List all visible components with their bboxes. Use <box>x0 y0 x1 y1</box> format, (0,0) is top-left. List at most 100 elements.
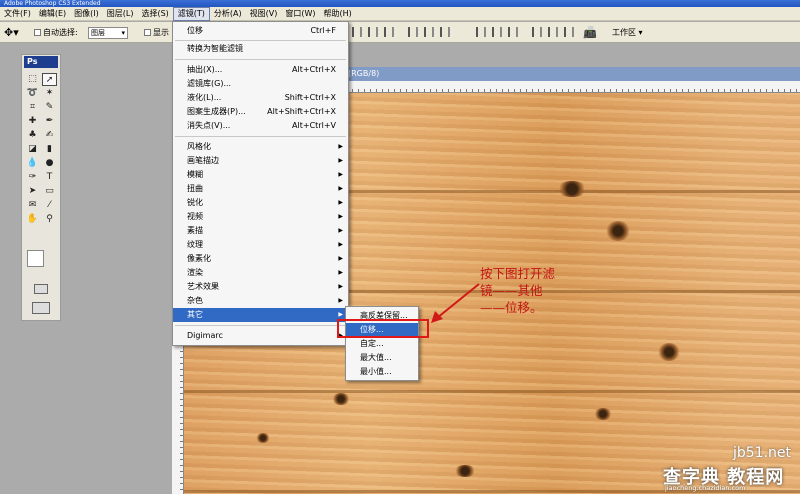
submenu-arrow-icon: ▶ <box>338 227 343 234</box>
dodge-tool-icon[interactable]: ● <box>42 157 57 170</box>
menu-item-stylize[interactable]: 风格化 ▶ <box>173 140 348 154</box>
notes-tool-icon[interactable]: ✉ <box>25 199 40 212</box>
menu-item-blur[interactable]: 模糊 ▶ <box>173 168 348 182</box>
menu-item-liquify[interactable]: 液化(L)... Shift+Ctrl+X <box>173 91 348 105</box>
submenu-arrow-icon: ▶ <box>338 171 343 178</box>
distribute-hcenter-icon[interactable] <box>548 27 558 37</box>
tool-grid: ⬚ ➚ ➰ ✶ ⌗ ✎ ✚ ✒ ♣ ✍ ◪ ▮ 💧 ● ✑ T ➤ ▭ ✉ ⁄ … <box>25 73 57 226</box>
submenu-arrow-icon: ▶ <box>338 269 343 276</box>
menu-filter[interactable]: 滤镜(T) <box>172 6 210 21</box>
clone-stamp-tool-icon[interactable]: ♣ <box>25 129 40 142</box>
slice-tool-icon[interactable]: ✎ <box>42 101 57 114</box>
menu-item-convert-smart-filter[interactable]: 转换为智能滤镜 <box>173 42 348 56</box>
distribute-vcenter-icon[interactable] <box>492 27 502 37</box>
type-tool-icon[interactable]: T <box>42 171 57 184</box>
path-selection-tool-icon[interactable]: ➤ <box>25 185 40 198</box>
menu-item-label: 画笔描边 <box>187 156 219 165</box>
show-transform-checkbox[interactable] <box>144 29 151 36</box>
menu-item-other[interactable]: 其它 ▶ <box>173 308 348 322</box>
menu-item-sharpen[interactable]: 锐化 ▶ <box>173 196 348 210</box>
distribute-right-icon[interactable] <box>564 27 574 37</box>
menu-window[interactable]: 窗口(W) <box>281 7 319 21</box>
menu-item-label: 素描 <box>187 226 203 235</box>
lasso-tool-icon[interactable]: ➰ <box>25 87 40 100</box>
menu-image[interactable]: 图像(I) <box>70 7 103 21</box>
auto-select-dropdown[interactable]: 图层 <box>88 22 128 43</box>
screen-mode-icon[interactable] <box>32 302 50 314</box>
distribute-bottom-icon[interactable] <box>508 27 518 37</box>
menu-item-digimarc[interactable]: Digimarc ▶ <box>173 329 348 343</box>
menu-item-label: 扭曲 <box>187 184 203 193</box>
eraser-tool-icon[interactable]: ◪ <box>25 143 40 156</box>
submenu-arrow-icon: ▶ <box>338 255 343 262</box>
menu-item-video[interactable]: 视频 ▶ <box>173 210 348 224</box>
align-hcenter-icon[interactable] <box>424 27 434 37</box>
menu-bar: 文件(F) 编辑(E) 图像(I) 图层(L) 选择(S) 滤镜(T) 分析(A… <box>0 6 800 21</box>
auto-select-label: 自动选择: <box>43 28 78 37</box>
menu-item-label: 艺术效果 <box>187 282 219 291</box>
gradient-tool-icon[interactable]: ▮ <box>42 143 57 156</box>
marquee-tool-icon[interactable]: ⬚ <box>25 73 40 86</box>
align-top-icon[interactable] <box>352 27 362 37</box>
move-tool-icon[interactable]: ✥▾ <box>4 22 19 43</box>
menu-item-pattern-maker[interactable]: 图案生成器(P)... Alt+Shift+Ctrl+X <box>173 105 348 119</box>
annotation-text: 按下图打开滤 镜——其他 ——位移。 <box>480 265 600 316</box>
blur-tool-icon[interactable]: 💧 <box>25 157 40 170</box>
menu-item-brush-strokes[interactable]: 画笔描边 ▶ <box>173 154 348 168</box>
shape-tool-icon[interactable]: ▭ <box>42 185 57 198</box>
menu-item-sketch[interactable]: 素描 ▶ <box>173 224 348 238</box>
pen-tool-icon[interactable]: ✑ <box>25 171 40 184</box>
crop-tool-icon[interactable]: ⌗ <box>25 101 40 114</box>
history-brush-tool-icon[interactable]: ✍ <box>42 129 57 142</box>
distribute-left-icon[interactable] <box>532 27 542 37</box>
menu-layer[interactable]: 图层(L) <box>103 7 138 21</box>
submenu-item-maximum[interactable]: 最大值... <box>346 351 418 365</box>
auto-select-value[interactable]: 图层 <box>88 26 128 39</box>
menu-item-noise[interactable]: 杂色 ▶ <box>173 294 348 308</box>
auto-select-checkbox[interactable] <box>34 29 41 36</box>
menu-item-label: 模糊 <box>187 170 203 179</box>
menu-item-label: 视频 <box>187 212 203 221</box>
menu-select[interactable]: 选择(S) <box>137 7 172 21</box>
menu-item-vanishing-point[interactable]: 消失点(V)... Alt+Ctrl+V <box>173 119 348 133</box>
menu-analysis[interactable]: 分析(A) <box>210 7 246 21</box>
menu-item-render[interactable]: 渲染 ▶ <box>173 266 348 280</box>
magic-wand-tool-icon[interactable]: ✶ <box>42 87 57 100</box>
align-right-icon[interactable] <box>440 27 450 37</box>
menu-item-pixelate[interactable]: 像素化 ▶ <box>173 252 348 266</box>
auto-select-option[interactable]: 自动选择: <box>34 22 78 43</box>
menu-item-texture[interactable]: 纹理 ▶ <box>173 238 348 252</box>
distribute-top-icon[interactable] <box>476 27 486 37</box>
align-vcenter-icon[interactable] <box>368 27 378 37</box>
workspace-button[interactable]: 工作区 ▾ <box>612 22 643 43</box>
bridge-icon[interactable]: 📠 <box>583 22 597 43</box>
menu-item-distort[interactable]: 扭曲 ▶ <box>173 182 348 196</box>
show-transform-option[interactable]: 显示 <box>144 22 169 43</box>
menu-item-label: 液化(L)... <box>187 93 222 102</box>
submenu-item-custom[interactable]: 自定... <box>346 337 418 351</box>
submenu-item-minimum[interactable]: 最小值... <box>346 365 418 379</box>
menu-edit[interactable]: 编辑(E) <box>35 7 70 21</box>
menu-item-shortcut: Alt+Ctrl+V <box>292 121 336 130</box>
align-bottom-icon[interactable] <box>384 27 394 37</box>
menu-help[interactable]: 帮助(H) <box>320 7 356 21</box>
menu-item-extract[interactable]: 抽出(X)... Alt+Ctrl+X <box>173 63 348 77</box>
hand-tool-icon[interactable]: ✋ <box>25 213 40 226</box>
foreground-color-swatch[interactable] <box>27 250 44 267</box>
move-tool-icon[interactable]: ➚ <box>42 73 57 86</box>
quick-mask-icon[interactable] <box>34 284 48 294</box>
brush-tool-icon[interactable]: ✒ <box>42 115 57 128</box>
menu-view[interactable]: 视图(V) <box>246 7 282 21</box>
healing-brush-tool-icon[interactable]: ✚ <box>25 115 40 128</box>
eyedropper-tool-icon[interactable]: ⁄ <box>42 199 57 212</box>
menu-item-label: 位移 <box>187 26 203 35</box>
wood-knot <box>256 433 270 443</box>
menu-item-artistic[interactable]: 艺术效果 ▶ <box>173 280 348 294</box>
align-left-icon[interactable] <box>408 27 418 37</box>
align-buttons <box>352 27 574 37</box>
menu-item-filter-gallery[interactable]: 滤镜库(G)... <box>173 77 348 91</box>
menu-item-last-filter[interactable]: 位移 Ctrl+F <box>173 24 348 38</box>
zoom-tool-icon[interactable]: ⚲ <box>42 213 57 226</box>
menu-file[interactable]: 文件(F) <box>0 7 35 21</box>
annotation-arrow-icon <box>431 283 480 323</box>
